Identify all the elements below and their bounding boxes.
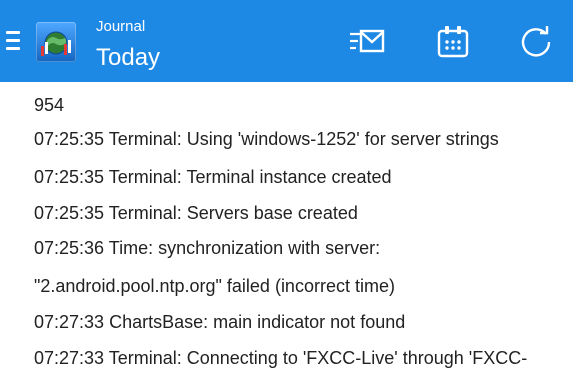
calendar-button[interactable]	[433, 22, 473, 62]
log-line: 07:25:36 Time: synchronization with serv…	[34, 238, 381, 258]
log-line: 07:25:35 Terminal: Servers base created	[34, 203, 358, 223]
log-line: 07:25:35 Terminal: Using 'windows-1252' …	[34, 129, 499, 149]
menu-icon[interactable]	[6, 31, 20, 51]
page-title: Today	[96, 44, 161, 71]
calendar-icon	[437, 26, 469, 58]
log-line: 07:27:33 ChartsBase: main indicator not …	[34, 312, 406, 332]
email-log-button[interactable]	[347, 22, 387, 62]
top-bar: Journal Today	[0, 0, 573, 82]
journal-log: 954 07:25:35 Terminal: Using 'windows-12…	[0, 82, 573, 369]
log-line: 954	[34, 95, 65, 115]
refresh-icon	[521, 26, 551, 57]
log-line: "2.android.pool.ntp.org" failed (incorre…	[34, 276, 395, 296]
log-line: 07:25:35 Terminal: Terminal instance cre…	[34, 167, 392, 187]
log-line: 07:27:33 Terminal: Connecting to 'FXCC-L…	[34, 348, 528, 368]
refresh-button[interactable]	[516, 22, 556, 62]
email-icon	[350, 29, 385, 53]
app-logo-icon	[36, 22, 76, 62]
journal-label: Journal	[96, 18, 146, 35]
